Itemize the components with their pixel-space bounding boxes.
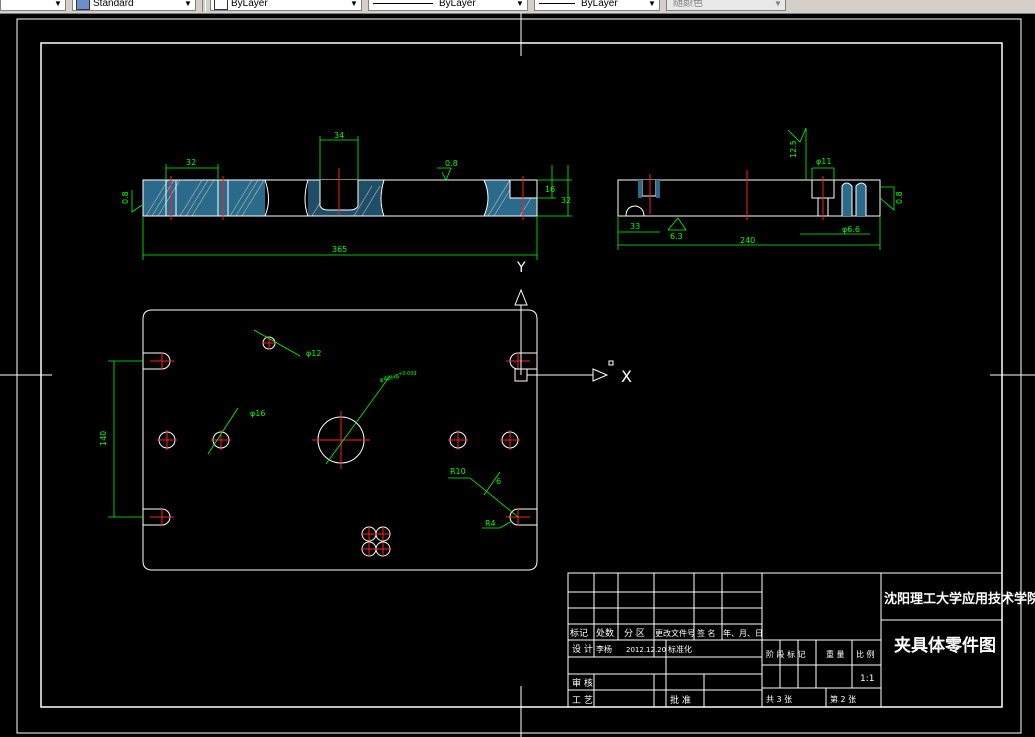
rev-header-zone: 分 区	[624, 628, 645, 639]
ucs-x-label: X	[621, 367, 632, 386]
sheets-total: 共 3 张	[766, 695, 792, 704]
layer-color-dropdown[interactable]: ByLayer ▼	[210, 0, 362, 11]
rev-header-file: 更改文件号	[655, 628, 695, 638]
chevron-down-icon: ▼	[648, 0, 656, 8]
dim-depth-16: 16	[545, 185, 555, 194]
side-dim-d11: φ11	[816, 157, 831, 166]
plot-style-dropdown[interactable]: 随颜色 ▼	[666, 0, 786, 11]
toolbar-separator	[202, 0, 206, 12]
plan-dim-d40: φ40H8	[379, 373, 400, 384]
plan-dim-d16: φ16	[250, 409, 265, 418]
rough-top: 0.8	[445, 159, 458, 168]
rev-header-date: 年、月、日	[723, 628, 763, 638]
text-style-icon	[76, 0, 90, 10]
plan-dim-d40-tol: +0.039	[398, 371, 417, 377]
plan-dim-r4: R4	[485, 519, 496, 528]
linetype-dropdown[interactable]: ByLayer ▼	[368, 0, 528, 11]
outer-border	[16, 18, 1022, 734]
plan-dim-6: 6	[496, 477, 501, 486]
scale-label: 比 例	[856, 649, 875, 659]
side-dim-d6-6: φ6.6	[842, 225, 860, 234]
side-rough: 0.8	[895, 191, 904, 204]
dim-length-365: 365	[332, 245, 347, 254]
designer-name: 李杨	[596, 644, 612, 654]
side-rough-2: 6.3	[670, 232, 683, 241]
approve-label: 批 准	[670, 694, 691, 706]
ucs-icon: Y X	[514, 260, 632, 386]
plan-dim-d12: φ12	[306, 349, 321, 358]
drawing-canvas[interactable]: 34 32 0.8 0.8 16 32 365 12.5 φ11 0.8 33 …	[0, 13, 1035, 737]
weight-label: 重 量	[826, 649, 845, 659]
chevron-down-icon: ▼	[516, 0, 524, 8]
properties-toolbar: ▼ Standard ▼ ByLayer ▼ ByLayer ▼ ByLayer…	[0, 0, 1035, 14]
side-dim-240: 240	[740, 236, 755, 245]
plan-dim-140: 140	[99, 431, 108, 446]
chevron-down-icon: ▼	[54, 0, 62, 8]
title-block: 标记 处数 分 区 更改文件号 签 名 年、月、日 设 计 李杨 2012.12…	[567, 572, 1035, 708]
side-dim-33: 33	[630, 222, 640, 231]
front-section-view: 34 32 0.8 0.8 16 32 365	[121, 131, 572, 260]
school-name: 沈阳理工大学应用技术学院	[884, 591, 1035, 607]
rev-header-sign: 签 名	[697, 628, 716, 638]
sheet-number: 第 2 张	[830, 694, 856, 704]
scale-value: 1:1	[860, 674, 874, 684]
dim-height-32: 32	[561, 196, 571, 205]
stage-mark-label: 阶 段 标 记	[766, 649, 806, 659]
review-label: 审 核	[572, 677, 593, 689]
side-dim-12-5: 12.5	[789, 140, 798, 158]
rev-header-mark: 标记	[570, 627, 588, 639]
rev-header-count: 处数	[596, 627, 614, 639]
color-swatch-icon	[214, 0, 228, 10]
dim-top-width: 34	[334, 131, 344, 140]
chevron-down-icon: ▼	[774, 0, 782, 8]
process-label: 工 艺	[572, 695, 593, 706]
standardize-label: 标准化	[668, 644, 692, 654]
lineweight-dropdown[interactable]: ByLayer ▼	[534, 0, 660, 11]
drawing-name: 夹具体零件图	[894, 635, 996, 656]
design-date: 2012.12.20	[626, 646, 666, 654]
cursor-crosshair	[0, 13, 1035, 737]
plan-dim-r10: R10	[450, 467, 466, 476]
plan-view: φ12 φ16 φ40H8 +0.039 140 R10 R4 6	[99, 309, 538, 571]
design-label: 设 计	[572, 643, 593, 655]
dim-top-left: 32	[186, 158, 196, 167]
linetype-preview-icon	[373, 3, 433, 4]
toolbar-dropdown-left[interactable]: ▼	[0, 0, 66, 11]
lineweight-preview-icon	[539, 3, 575, 4]
side-section-view: 12.5 φ11 0.8 33 6.3 240 φ6.6	[617, 127, 904, 250]
chevron-down-icon: ▼	[184, 0, 192, 8]
ucs-y-label: Y	[516, 260, 526, 276]
rough-left: 0.8	[121, 191, 130, 204]
chevron-down-icon: ▼	[350, 0, 358, 8]
text-style-dropdown[interactable]: Standard ▼	[72, 0, 196, 11]
